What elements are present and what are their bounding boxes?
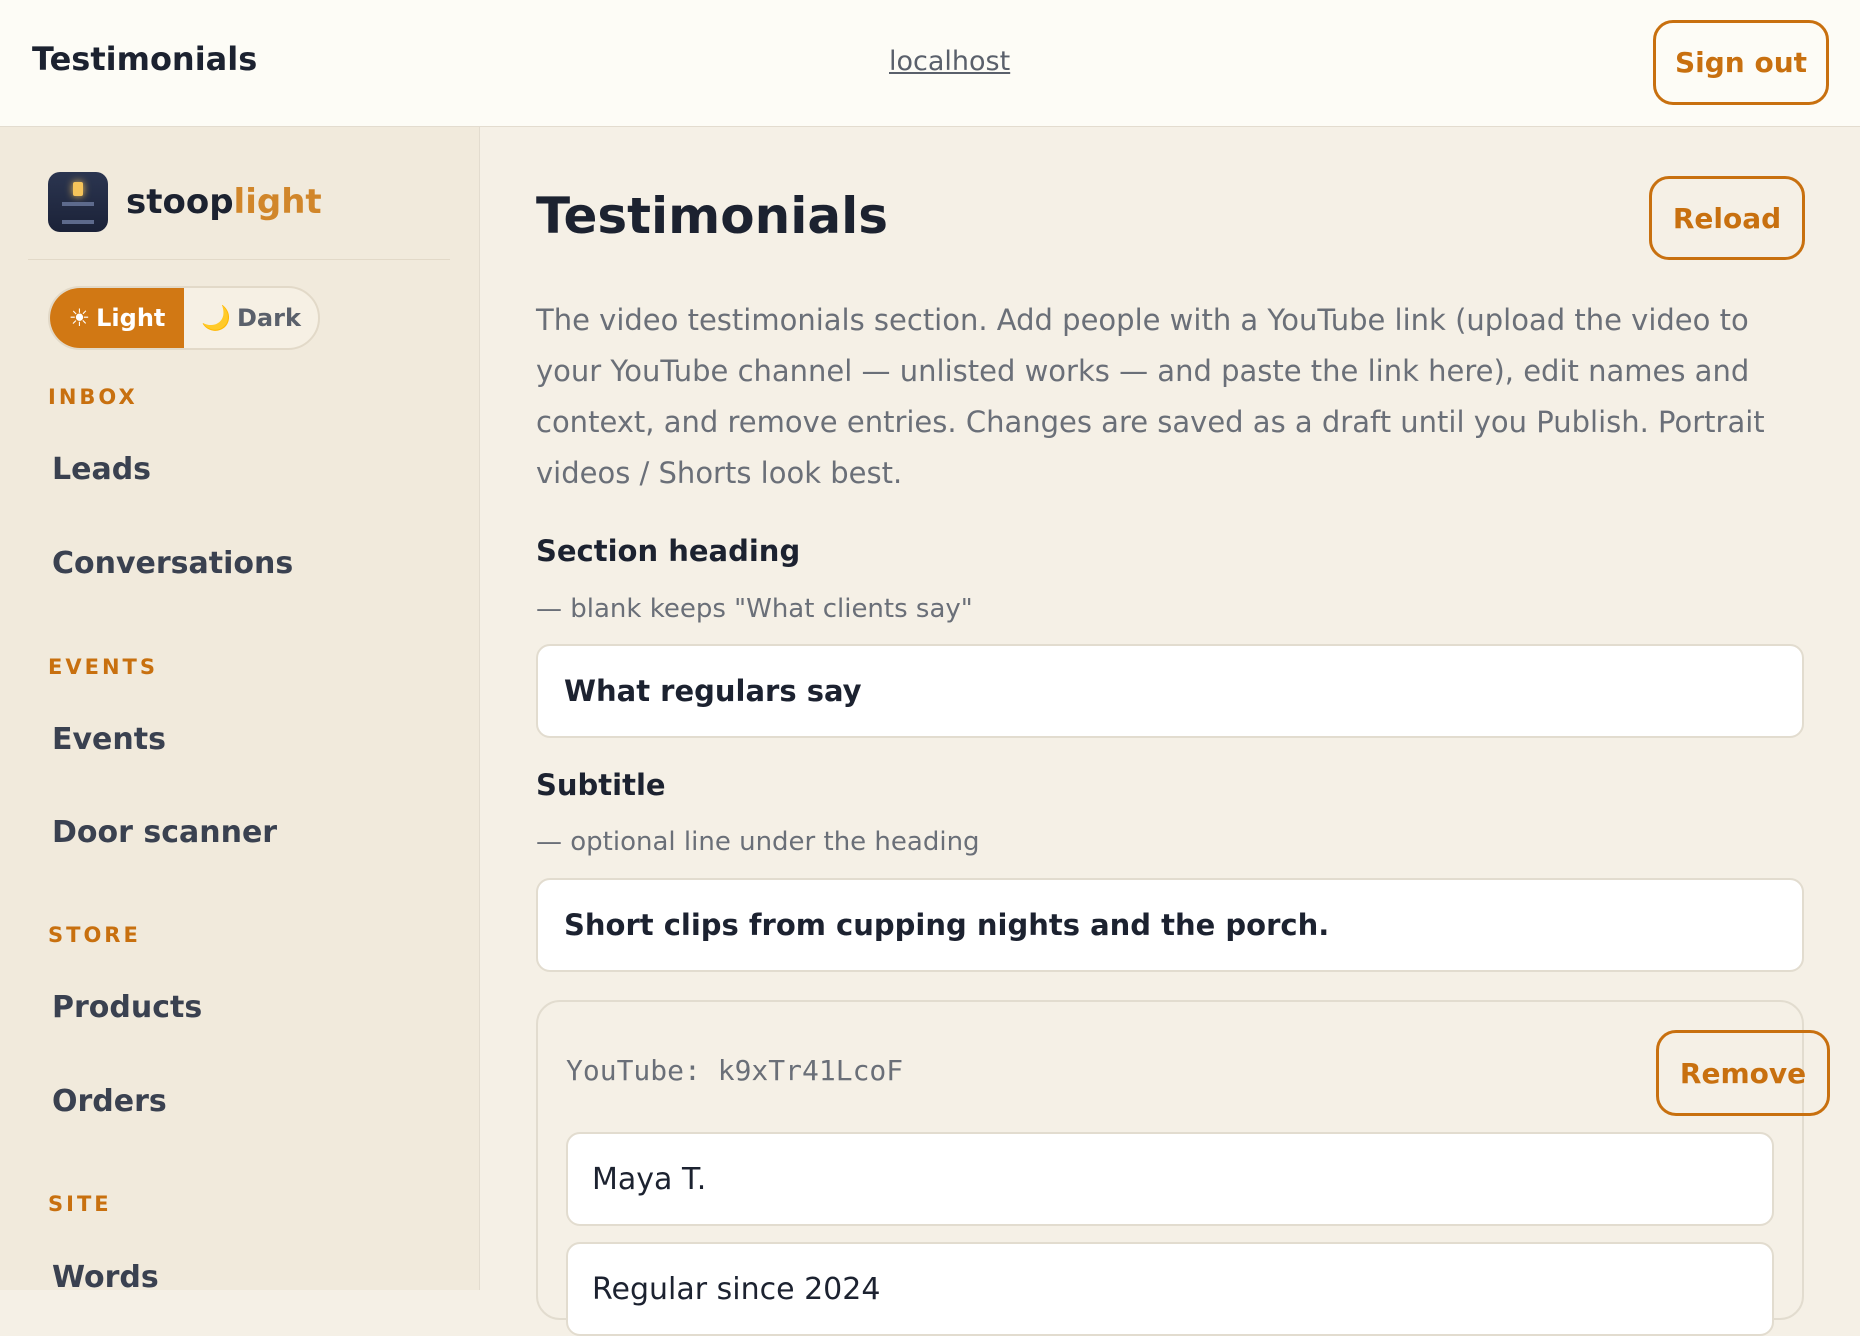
brand-name: stooplight: [126, 182, 322, 222]
theme-toggle: ☀ Light 🌙 Dark: [48, 286, 320, 350]
nav-item-products[interactable]: Products: [52, 990, 202, 1025]
youtube-id: YouTube: k9xTr41LcoF: [566, 1054, 904, 1087]
theme-light-label: Light: [96, 304, 166, 332]
main-content: Testimonials Reload The video testimonia…: [481, 127, 1860, 1336]
nav-item-conversations[interactable]: Conversations: [52, 546, 293, 581]
testimonial-context-input[interactable]: Regular since 2024: [566, 1242, 1774, 1336]
page-title: Testimonials: [536, 187, 889, 245]
divider: [28, 259, 450, 260]
subtitle-hint: — optional line under the heading: [536, 827, 980, 857]
testimonial-card: YouTube: k9xTr41LcoF Remove Maya T. Regu…: [536, 1000, 1830, 1336]
brand[interactable]: stooplight: [48, 172, 322, 232]
sign-out-button[interactable]: Sign out: [1653, 20, 1829, 105]
nav-item-door-scanner[interactable]: Door scanner: [52, 815, 277, 850]
subtitle-input[interactable]: Short clips from cupping nights and the …: [536, 878, 1804, 972]
sidebar: stooplight ☀ Light 🌙 Dark INBOX Leads Co…: [0, 127, 480, 1295]
section-heading-label: Section heading: [536, 534, 801, 568]
section-heading-hint: — blank keeps "What clients say": [536, 594, 973, 624]
subtitle-label: Subtitle: [536, 768, 666, 802]
nav-item-events[interactable]: Events: [52, 722, 166, 757]
testimonial-name-input[interactable]: Maya T.: [566, 1132, 1774, 1226]
sun-icon: ☀: [68, 304, 91, 332]
brand-name-part1: stoop: [126, 182, 234, 222]
lighthouse-logo-icon: [48, 172, 108, 232]
page-description: The video testimonials section. Add peop…: [536, 303, 1765, 490]
nav-section-inbox: INBOX: [48, 385, 138, 409]
nav-section-site: SITE: [48, 1192, 112, 1216]
top-bar: Testimonials localhost Sign out: [0, 0, 1860, 127]
theme-light-option[interactable]: ☀ Light: [50, 288, 184, 348]
section-heading-input[interactable]: What regulars say: [536, 644, 1804, 738]
theme-dark-label: Dark: [236, 304, 301, 332]
brand-name-part2: light: [233, 182, 322, 222]
moon-icon: 🌙: [201, 304, 231, 332]
nav-section-store: STORE: [48, 923, 141, 947]
theme-dark-option[interactable]: 🌙 Dark: [184, 288, 318, 348]
nav-item-leads[interactable]: Leads: [52, 452, 151, 487]
nav-item-orders[interactable]: Orders: [52, 1084, 167, 1119]
host-link[interactable]: localhost: [889, 46, 1010, 77]
app-title: Testimonials: [32, 40, 258, 78]
remove-button[interactable]: Remove: [1656, 1030, 1830, 1116]
nav-section-events: EVENTS: [48, 655, 158, 679]
reload-button[interactable]: Reload: [1649, 176, 1805, 260]
